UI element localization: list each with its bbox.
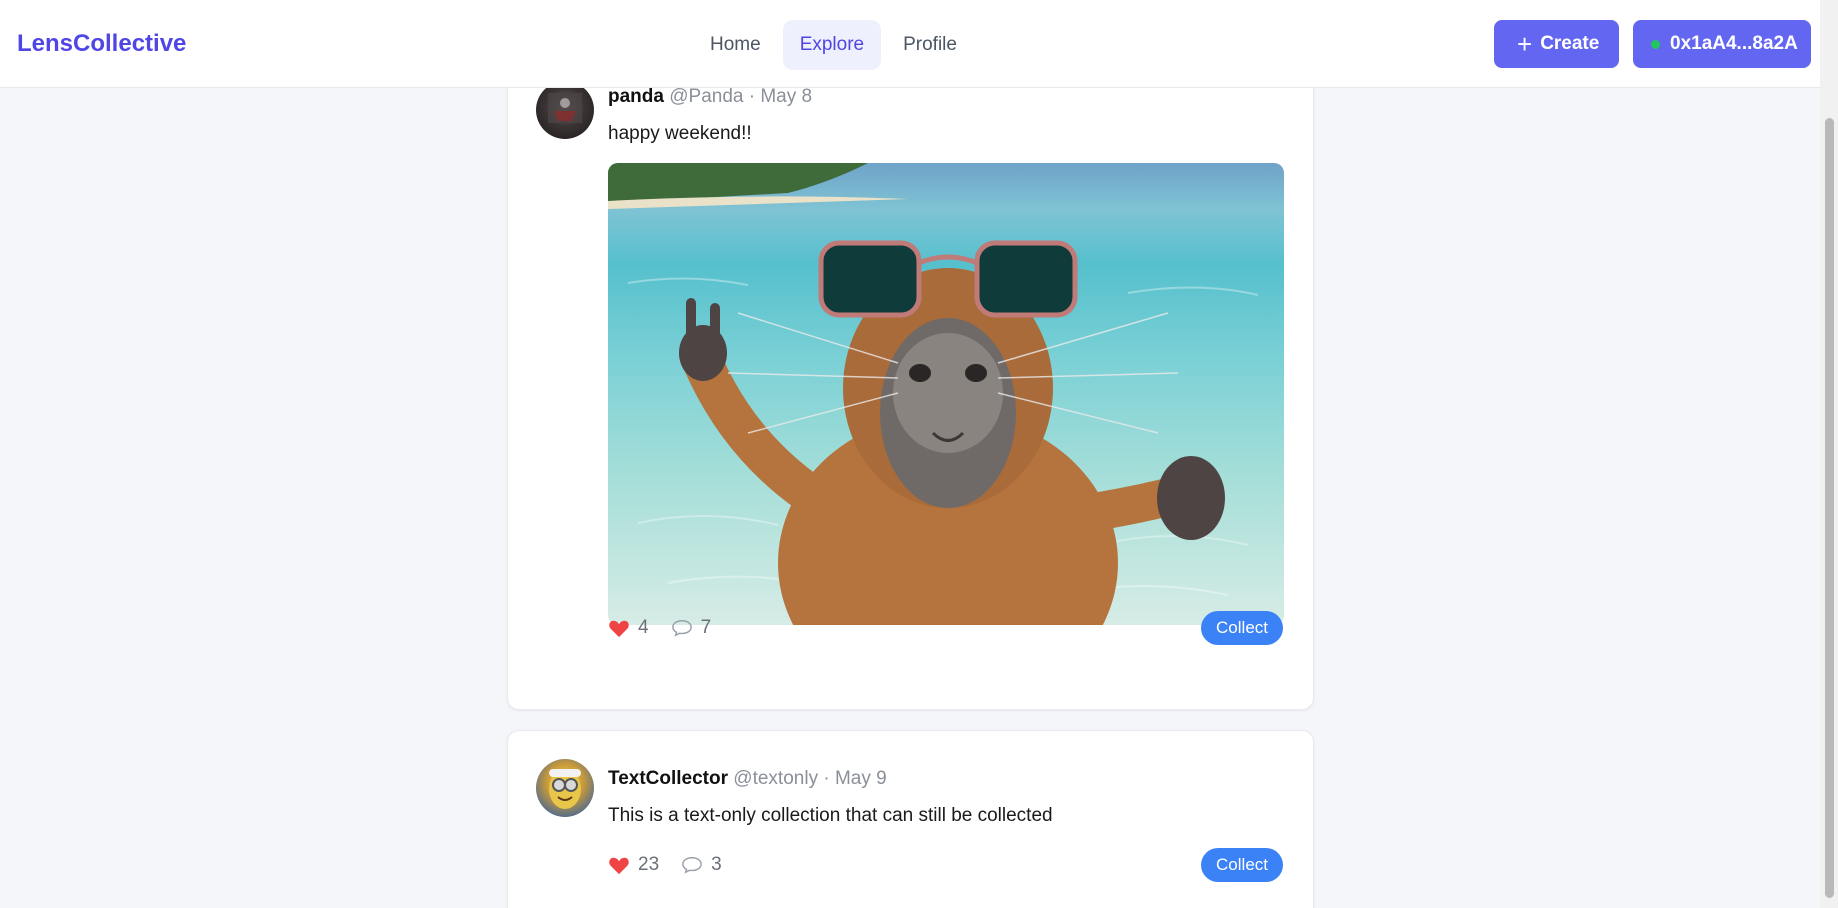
author-handle[interactable]: @textonly — [733, 768, 818, 789]
post-card: TextCollector @textonly · May 9 This is … — [507, 730, 1314, 908]
create-button[interactable]: + Create — [1494, 20, 1619, 68]
post-text: This is a text-only collection that can … — [608, 805, 1053, 826]
app-logo[interactable]: LensCollective — [17, 30, 186, 58]
feed: panda @Panda · May 8 happy weekend!! 4 7… — [507, 40, 1314, 908]
avatar[interactable] — [536, 81, 594, 139]
post-actions: 4 7 Collect — [608, 611, 1283, 645]
comment-count: 7 — [700, 617, 712, 638]
meta-separator: · — [823, 768, 830, 789]
like-button[interactable]: 23 — [608, 854, 659, 876]
post-card: panda @Panda · May 8 happy weekend!! 4 7… — [507, 40, 1314, 710]
main-nav: Home Explore Profile — [693, 20, 979, 70]
like-count: 23 — [638, 854, 660, 875]
post-image[interactable] — [608, 163, 1284, 625]
post-actions: 23 3 Collect — [608, 848, 1283, 882]
connected-status-icon — [1651, 39, 1660, 49]
avatar-image — [548, 93, 582, 123]
like-button[interactable]: 4 — [608, 617, 649, 639]
post-body: TextCollector @textonly · May 9 This is … — [608, 767, 1283, 827]
wallet-button[interactable]: 0x1aA4...8a2A — [1633, 20, 1811, 68]
avatar-image — [549, 769, 581, 809]
scrollbar[interactable] — [1820, 0, 1838, 908]
collect-button[interactable]: Collect — [1201, 611, 1283, 645]
post-meta: TextCollector @textonly · May 9 — [608, 767, 1283, 791]
post-date: May 8 — [760, 86, 813, 107]
author-handle[interactable]: @Panda — [669, 86, 743, 107]
post-body: panda @Panda · May 8 happy weekend!! — [608, 85, 1284, 625]
create-label: Create — [1540, 33, 1600, 54]
comment-count: 3 — [711, 854, 722, 875]
comment-button[interactable]: 3 — [681, 854, 722, 876]
collect-button[interactable]: Collect — [1201, 848, 1283, 882]
top-navbar: LensCollective Home Explore Profile + Cr… — [0, 0, 1838, 88]
author-name[interactable]: TextCollector — [608, 768, 728, 789]
plus-icon: + — [1517, 29, 1533, 59]
scrollbar-thumb[interactable] — [1825, 118, 1834, 898]
heart-icon — [609, 620, 629, 638]
wallet-address: 0x1aA4...8a2A — [1670, 33, 1798, 54]
post-text: happy weekend!! — [608, 123, 752, 144]
post-date: May 9 — [834, 768, 887, 789]
meta-separator: · — [748, 86, 756, 107]
like-count: 4 — [638, 617, 649, 638]
comment-icon — [682, 856, 702, 874]
comment-icon — [671, 619, 692, 637]
comment-button[interactable]: 7 — [671, 617, 712, 639]
nav-home[interactable]: Home — [693, 20, 778, 70]
capybara-illustration — [608, 163, 1259, 625]
author-name[interactable]: panda — [608, 86, 664, 107]
avatar[interactable] — [536, 759, 594, 817]
heart-icon — [609, 857, 629, 875]
post-meta: panda @Panda · May 8 — [608, 85, 1283, 109]
nav-profile[interactable]: Profile — [886, 20, 974, 70]
nav-explore[interactable]: Explore — [782, 20, 882, 70]
